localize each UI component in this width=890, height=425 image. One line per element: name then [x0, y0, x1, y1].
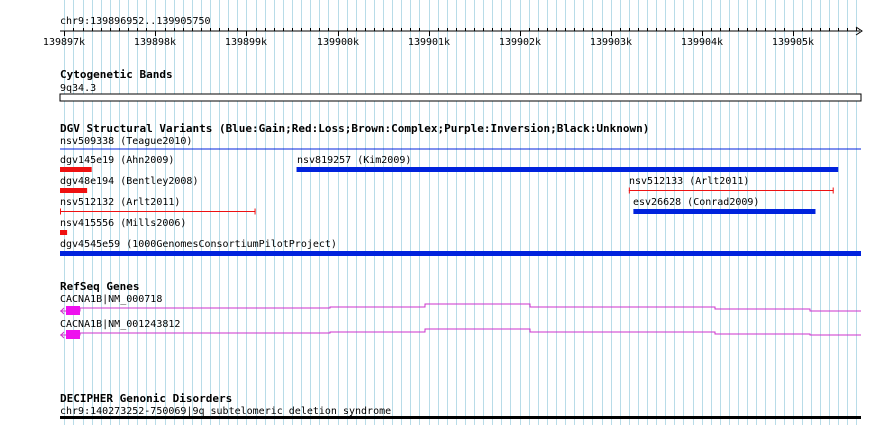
dgv-feature-dgv48e194[interactable]: dgv48e194 (Bentley2008) — [60, 176, 198, 193]
gene-intron-line — [60, 303, 861, 312]
gene-label: CACNA1B|NM_000718 — [60, 294, 162, 305]
location-label: chr9:139896952..139905750 — [60, 16, 211, 27]
dgv-features: dgv145e19 (Ahn2009) nsv819257 (Kim2009) dg… — [60, 155, 861, 256]
feature-label: nsv512132 (Arlt2011) — [60, 197, 180, 208]
gene-cacna1b-nm-001243812[interactable]: CACNA1B|NM_001243812 — [60, 319, 861, 339]
cytoband-label: 9q34.3 — [60, 83, 96, 94]
feature-bar — [60, 251, 861, 256]
track-cytogenetic-bands[interactable]: Cytogenetic Bands 9q34.3 — [59, 68, 862, 102]
gene-exon — [66, 330, 80, 339]
feature-label: esv26628 (Conrad2009) — [633, 197, 759, 208]
track-title-dgv: DGV Structural Variants (Blue:Gain;Red:L… — [60, 122, 649, 135]
gene-label: CACNA1B|NM_001243812 — [60, 319, 180, 330]
ruler-tick-label: 139898k — [134, 37, 176, 48]
genome-browser: chr9:139896952..139905750 139897k 139898k… — [43, 0, 863, 425]
feature-bar — [633, 209, 816, 214]
feature-label: dgv4545e59 (1000GenomesConsortiumPilotPr… — [60, 239, 337, 250]
ruler-tick-label: 139905k — [772, 37, 814, 48]
feature-bar — [296, 167, 839, 172]
dgv-subtitle: nsv509338 (Teague2010) — [60, 136, 192, 147]
feature-bar — [60, 230, 68, 235]
ruler-tick-label: 139901k — [408, 37, 450, 48]
track-decipher[interactable]: DECIPHER Genonic Disorders chr9:14027325… — [60, 392, 861, 419]
cytoband-bar[interactable] — [59, 93, 862, 102]
feature-label: dgv145e19 (Ahn2009) — [60, 155, 174, 166]
ruler-tick-label: 139904k — [681, 37, 723, 48]
track-dgv[interactable]: DGV Structural Variants (Blue:Gain;Red:L… — [60, 122, 861, 256]
feature-bar — [60, 188, 88, 193]
decipher-feature-bar[interactable] — [60, 416, 861, 419]
dgv-feature-nsv415556[interactable]: nsv415556 (Mills2006) — [60, 218, 186, 235]
feature-label: nsv512133 (Arlt2011) — [629, 176, 749, 187]
gene-cacna1b-nm-000718[interactable]: CACNA1B|NM_000718 — [60, 294, 861, 315]
ruler-tick-label: 139900k — [317, 37, 359, 48]
ruler-tick-label: 139902k — [499, 37, 541, 48]
feature-label: dgv48e194 (Bentley2008) — [60, 176, 198, 187]
ruler-tick-label: 139903k — [590, 37, 632, 48]
gene-exon — [66, 306, 80, 315]
track-refseq-genes[interactable]: RefSeq Genes CACNA1B|NM_000718 CACNA1B|N… — [60, 280, 861, 339]
dgv-feature-dgv145e19[interactable]: dgv145e19 (Ahn2009) — [60, 155, 174, 172]
track-title-cytoband: Cytogenetic Bands — [60, 68, 173, 81]
ruler-tick-label: 139897k — [43, 37, 85, 48]
track-title-refseq: RefSeq Genes — [60, 280, 139, 293]
ruler-tick-label: 139899k — [225, 37, 267, 48]
track-title-decipher: DECIPHER Genonic Disorders — [60, 392, 232, 405]
feature-label: nsv415556 (Mills2006) — [60, 218, 186, 229]
dgv-feature-esv26628[interactable]: esv26628 (Conrad2009) — [633, 197, 816, 214]
decipher-feature-label: chr9:140273252-750069|9q subtelomeric de… — [60, 406, 391, 417]
dgv-feature-nsv512132[interactable]: nsv512132 (Arlt2011) — [60, 197, 256, 215]
dgv-feature-dgv4545e59[interactable]: dgv4545e59 (1000GenomesConsortiumPilotPr… — [60, 239, 861, 256]
feature-bar — [60, 167, 92, 172]
feature-label: nsv819257 (Kim2009) — [297, 155, 411, 166]
